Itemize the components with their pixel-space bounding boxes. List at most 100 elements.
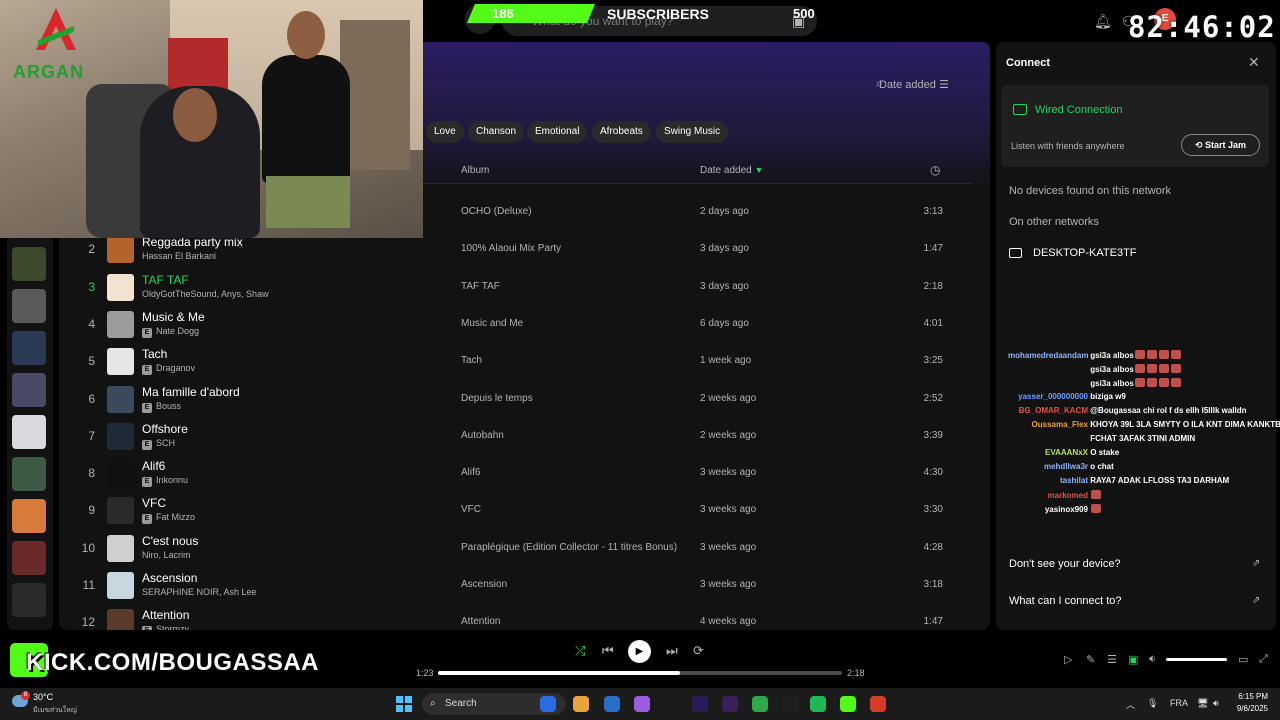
taskbar-app-icon[interactable] [782, 696, 798, 712]
track-album[interactable]: VFC [461, 504, 481, 515]
what-can-connect-link[interactable]: What can I connect to? [1009, 595, 1122, 607]
chat-username[interactable]: yasinox909 [1008, 505, 1088, 514]
taskbar-app-icon[interactable] [573, 696, 589, 712]
library-item[interactable] [12, 541, 46, 575]
queue-icon[interactable]: ☰ [1107, 653, 1117, 666]
library-item[interactable] [12, 247, 46, 281]
track-row[interactable]: 12AttentionEStormzyAttention4 weeks ago1… [59, 604, 990, 630]
track-album[interactable]: 100% Alaoui Mix Party [461, 243, 561, 254]
shuffle-icon[interactable]: ⤮ [575, 643, 585, 659]
track-title[interactable]: Music & Me [142, 310, 205, 324]
track-row[interactable]: 6 Ma famille d'abord E Bouss Depuis le temps… [59, 381, 990, 418]
taskbar-app-icon[interactable] [752, 696, 768, 712]
track-album[interactable]: Music and Me [461, 318, 523, 329]
taskbar-app-icon[interactable] [840, 696, 856, 712]
chat-username[interactable]: BG_OMAR_KACM [1008, 406, 1088, 415]
chat-username[interactable]: EVAAANxX [1008, 448, 1088, 457]
track-album[interactable]: Paraplégique (Edition Collector - 11 tit… [461, 542, 677, 553]
track-title[interactable]: VFC [142, 496, 166, 510]
tray-chevron-icon[interactable]: ︿ [1126, 698, 1135, 711]
taskbar-app-icon[interactable] [870, 696, 886, 712]
track-row[interactable]: 9 VFC E Fat Mizzo VFC 3 weeks ago 3:30 [59, 492, 990, 529]
taskbar-app-icon[interactable] [540, 696, 556, 712]
track-album[interactable]: Alif6 [461, 467, 480, 478]
progress-bar[interactable] [438, 671, 842, 675]
microphone-icon[interactable]: 🎙︎ [1147, 698, 1158, 709]
track-artist[interactable]: Bouss [156, 401, 181, 411]
track-row[interactable]: 11 Ascension SERAPHINE NOIR, Ash Lee Ascens… [59, 567, 990, 604]
track-title[interactable]: C'est nous [142, 534, 198, 548]
track-album[interactable]: Ascension [461, 579, 507, 590]
fullscreen-icon[interactable]: ⤢ [1259, 653, 1268, 666]
track-album[interactable]: Tach [461, 355, 482, 366]
track-album[interactable]: Depuis le temps [461, 393, 533, 404]
track-artist[interactable]: Fat Mizzo [156, 512, 195, 522]
dont-see-device-link[interactable]: Don't see your device? [1009, 558, 1121, 570]
sort-control[interactable]: Date added ☰ [879, 78, 949, 91]
track-title[interactable]: TAF TAF [142, 273, 189, 287]
track-artist[interactable]: Draganov [156, 363, 195, 373]
miniplayer-icon[interactable]: ▭ [1238, 653, 1248, 666]
library-item[interactable] [12, 331, 46, 365]
language-indicator[interactable]: FRA [1170, 698, 1188, 708]
track-album[interactable]: TAF TAF [461, 281, 500, 292]
genre-chip[interactable]: Love [426, 121, 464, 143]
track-artist[interactable]: SERAPHINE NOIR, Ash Lee [142, 587, 257, 597]
start-button[interactable] [396, 696, 412, 712]
track-row[interactable]: 3 TAF TAF OldyGotTheSound, Anys, Shaw TAF T… [59, 269, 990, 306]
chat-username[interactable]: Oussama_Flex [1008, 420, 1088, 429]
track-artist[interactable]: Hassan El Barkani [142, 251, 216, 261]
volume-slider[interactable] [1166, 658, 1227, 661]
column-album[interactable]: Album [461, 165, 489, 176]
track-artist[interactable]: OldyGotTheSound, Anys, Shaw [142, 289, 269, 299]
library-item[interactable] [12, 583, 46, 617]
genre-chip[interactable]: Swing Music [656, 121, 729, 143]
start-jam-button[interactable]: ⟲ Start Jam [1181, 134, 1260, 156]
library-item[interactable] [12, 415, 46, 449]
library-item[interactable] [12, 373, 46, 407]
genre-chip[interactable]: Afrobeats [592, 121, 651, 143]
chat-username[interactable]: markomed [1008, 491, 1088, 500]
track-title[interactable]: Tach [142, 347, 167, 361]
bell-icon[interactable]: 🔔︎ [1094, 13, 1112, 30]
track-artist[interactable]: SCH [156, 438, 175, 448]
duration-clock-icon[interactable]: ◷ [930, 163, 940, 177]
library-item[interactable] [12, 457, 46, 491]
lyrics-icon[interactable]: ✎ [1086, 653, 1095, 666]
taskbar-app-icon[interactable] [692, 696, 708, 712]
chat-username[interactable]: tashilat [1008, 476, 1088, 485]
close-icon[interactable]: ✕ [1248, 54, 1260, 71]
external-link-icon[interactable]: ⇗ [1252, 558, 1260, 569]
track-row[interactable]: 8 Alif6 E Inkonnu Alif6 3 weeks ago 4:30 [59, 455, 990, 492]
chat-username[interactable]: mehdllwa3r [1008, 462, 1088, 471]
repeat-icon[interactable]: ⟳ [693, 643, 704, 659]
now-playing-view-icon[interactable]: ▷ [1064, 653, 1072, 666]
library-item[interactable] [12, 289, 46, 323]
external-link-icon[interactable]: ⇗ [1252, 595, 1260, 606]
wired-connection-card[interactable]: Wired Connection Listen with friends any… [1001, 85, 1269, 167]
track-row[interactable]: 7 Offshore E SCH Autobahn 2 weeks ago 3:39 [59, 418, 990, 455]
weather-temp[interactable]: 30°C [33, 692, 53, 702]
track-title[interactable]: Ascension [142, 571, 197, 585]
track-title[interactable]: Ma famille d'abord [142, 385, 240, 399]
chat-username[interactable]: mohamedredaandam [1008, 351, 1088, 360]
speaker-icon[interactable]: 🔊︎ [1213, 698, 1219, 709]
play-button[interactable]: ▶ [628, 640, 651, 663]
track-title[interactable]: Offshore [142, 422, 188, 436]
column-date-added[interactable]: Date added ▼ [700, 165, 763, 176]
track-artist[interactable]: Niro, Lacrim [142, 550, 191, 560]
taskbar-clock[interactable]: 6:15 PM 9/6/2025 [1228, 692, 1268, 713]
track-title[interactable]: Alif6 [142, 459, 165, 473]
previous-icon[interactable]: ⏮︎ [602, 643, 614, 659]
track-row[interactable]: 4 Music & Me E Nate Dogg Music and Me 6 days … [59, 306, 990, 343]
library-item[interactable] [12, 499, 46, 533]
track-title[interactable]: Attention [142, 608, 189, 622]
genre-chip[interactable]: Chanson [468, 121, 525, 143]
track-row[interactable]: 10 C'est nous Niro, Lacrim Paraplégique (Ed… [59, 530, 990, 567]
track-album[interactable]: OCHO (Deluxe) [461, 206, 532, 217]
taskbar-app-icon[interactable] [722, 696, 738, 712]
track-album[interactable]: Attention [461, 616, 500, 627]
network-icon[interactable]: 🖥︎ [1197, 698, 1208, 709]
chat-username[interactable]: yasser_000000000 [1008, 392, 1088, 401]
track-row[interactable]: 5 Tach E Draganov Tach 1 week ago 3:25 [59, 343, 990, 380]
